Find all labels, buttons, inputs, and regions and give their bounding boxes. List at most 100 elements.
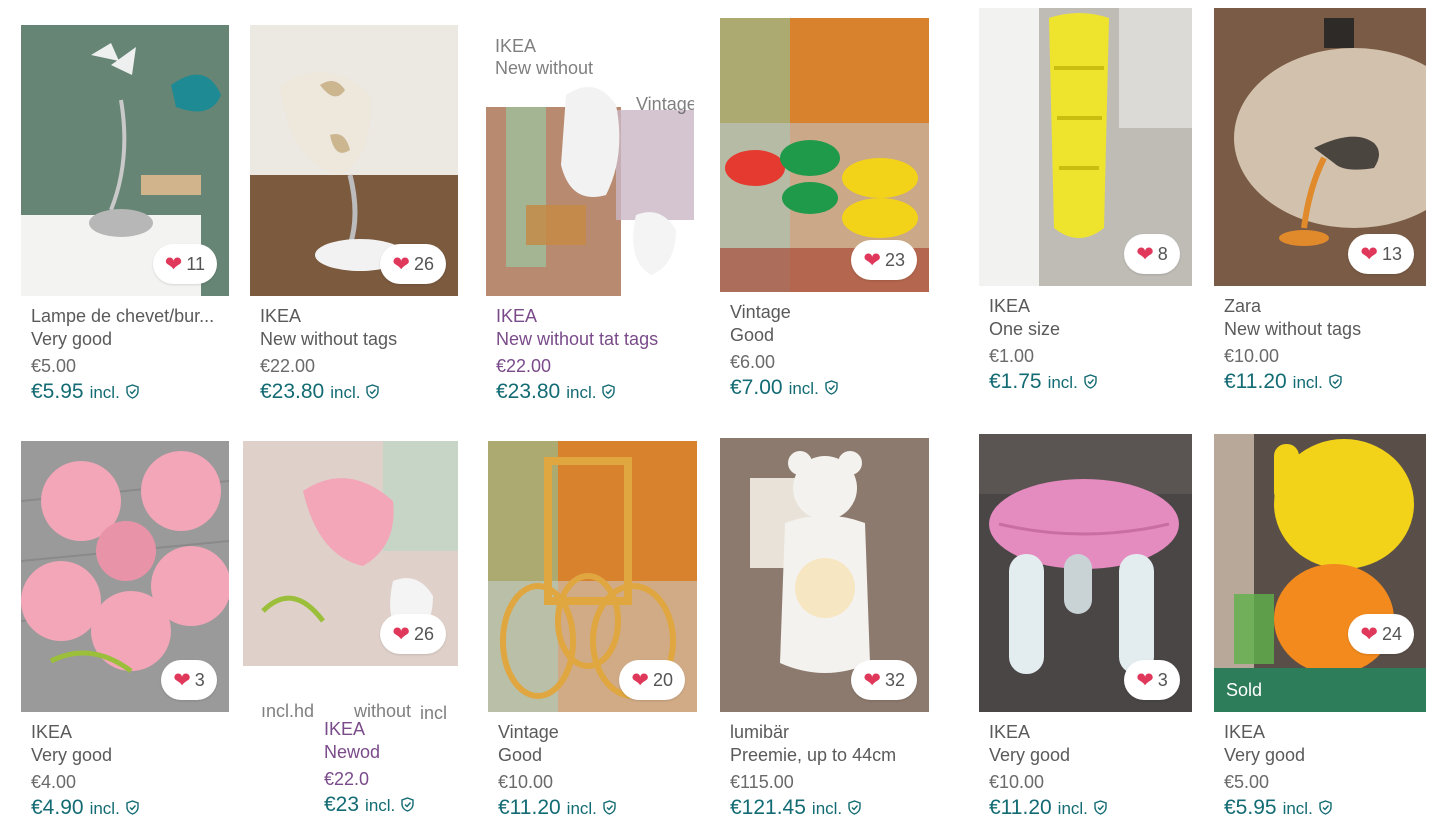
item-brand: Zara	[1224, 296, 1262, 316]
favourite-button[interactable]: ❤ 23	[851, 240, 917, 280]
product-card-8[interactable]: ❤ 26 ıncl.hd without incl IKEA Newod €22…	[243, 441, 458, 816]
buyer-protection-shield-icon[interactable]	[603, 800, 616, 815]
price-incl-value: €23	[324, 793, 360, 816]
product-image[interactable]: ❤ 32	[720, 438, 929, 712]
buyer-protection-shield-icon[interactable]	[366, 384, 380, 399]
price-incl-value: €7.00	[730, 376, 783, 399]
favourite-button[interactable]: ❤ 24	[1348, 614, 1414, 654]
item-price: €1.00	[989, 346, 1035, 366]
item-price: €6.00	[730, 352, 776, 372]
heart-icon: ❤	[164, 252, 183, 276]
favourite-count: 11	[186, 253, 205, 274]
incl-label: incl.	[1057, 799, 1088, 818]
item-condition: Very good	[31, 745, 113, 765]
favourite-button[interactable]: ❤ 3	[1124, 660, 1180, 700]
favourite-button[interactable]: ❤ 13	[1348, 234, 1414, 274]
incl-label: incl.	[89, 383, 120, 402]
item-condition: Good	[498, 745, 543, 765]
product-image[interactable]: ❤ 13	[1214, 8, 1426, 286]
item-price-incl: €1.75 incl.	[989, 370, 1192, 394]
item-price: €22.00	[260, 356, 316, 376]
item-condition: Very good	[31, 329, 113, 349]
item-brand: IKEA	[31, 722, 73, 742]
favourite-count: 23	[884, 249, 905, 270]
incl-label: incl.	[566, 383, 597, 402]
item-brand: Vintage	[498, 722, 559, 742]
product-card-12[interactable]: ❤ 24 Sold IKEA Very good €5.00 €5.95 inc…	[1214, 434, 1426, 820]
product-card-9[interactable]: ❤ 20 Vintage Good €10.00 €11.20 incl.	[488, 441, 697, 820]
item-brand: IKEA	[989, 722, 1031, 742]
product-card-10[interactable]: ❤ 32 lumibär Preemie, up to 44cm €115.00…	[720, 438, 929, 820]
overlay-brand: IKEA	[495, 36, 537, 56]
heart-icon: ❤	[1136, 668, 1154, 692]
product-card-11[interactable]: ❤ 3 IKEA Very good €10.00 €11.20 incl.	[979, 434, 1192, 820]
buyer-protection-shield-icon[interactable]	[1329, 374, 1342, 389]
incl-label: incl.	[1282, 799, 1313, 818]
item-price: €4.00	[31, 772, 77, 792]
product-image[interactable]: ❤ 23	[720, 18, 929, 292]
item-price-incl: €4.90 incl.	[31, 796, 229, 820]
incl-label: incl.	[1292, 373, 1323, 392]
favourite-button[interactable]: ❤ 11	[152, 244, 217, 284]
incl-label: incl.	[811, 799, 843, 818]
incl-label: incl.	[788, 379, 819, 398]
buyer-protection-shield-icon[interactable]	[848, 800, 861, 815]
item-condition: New without tat tags	[496, 329, 659, 349]
item-price: €5.00	[31, 356, 77, 376]
price-incl-value: €5.95	[1224, 796, 1277, 819]
favourite-count: 26	[413, 623, 434, 644]
product-image[interactable]: ❤ 26	[250, 25, 458, 296]
product-card-1[interactable]: ❤ 11 Lampe de chevet/bur... Very good €5…	[21, 25, 229, 404]
favourite-count: 3	[194, 669, 205, 690]
buyer-protection-shield-icon[interactable]	[401, 797, 414, 812]
item-price-incl: €23 incl.	[324, 793, 414, 817]
favourite-count: 26	[413, 253, 434, 274]
buyer-protection-shield-icon[interactable]	[1084, 374, 1097, 389]
product-image[interactable]: ❤ 26	[243, 441, 458, 666]
item-brand: IKEA	[260, 306, 302, 326]
product-image[interactable]: ❤ 8	[979, 8, 1192, 286]
item-brand: IKEA	[496, 306, 538, 326]
buyer-protection-shield-icon[interactable]	[126, 800, 139, 815]
item-price-incl: €11.20 incl.	[989, 796, 1192, 820]
item-price-incl: €23.80 incl.	[496, 380, 694, 404]
overlay-incl: ıncl.hd	[261, 701, 315, 721]
favourite-button[interactable]: ❤ 20	[619, 660, 685, 700]
product-card-3[interactable]: IKEA New without Vintage IKEA New withou…	[486, 25, 694, 404]
buyer-protection-shield-icon[interactable]	[602, 384, 616, 399]
item-condition: Newod	[324, 742, 381, 762]
heart-icon: ❤	[392, 252, 410, 276]
item-price-incl: €7.00 incl.	[730, 376, 929, 400]
favourite-button[interactable]: ❤ 32	[851, 660, 917, 700]
item-price-incl: €11.20 incl.	[498, 796, 697, 820]
buyer-protection-shield-icon[interactable]	[825, 380, 838, 395]
item-condition: Very good	[989, 745, 1071, 765]
buyer-protection-shield-icon[interactable]	[1094, 800, 1107, 815]
favourite-button[interactable]: ❤ 3	[161, 660, 217, 700]
product-card-6[interactable]: ❤ 13 Zara New without tags €10.00 €11.20…	[1214, 8, 1426, 394]
product-image[interactable]: ❤ 3	[979, 434, 1192, 712]
product-card-2[interactable]: ❤ 26 IKEA New without tags €22.00 €23.80…	[250, 25, 458, 404]
favourite-button[interactable]: ❤ 26	[380, 244, 446, 284]
buyer-protection-shield-icon[interactable]	[126, 384, 139, 399]
product-image[interactable]: ❤ 24 Sold	[1214, 434, 1426, 712]
favourite-button[interactable]: ❤ 26	[380, 614, 446, 654]
item-price-incl: €5.95 incl.	[31, 380, 229, 404]
product-image[interactable]: ❤ 3	[21, 441, 229, 712]
product-image[interactable]: ❤ 20	[488, 441, 697, 712]
favourite-count: 13	[1381, 243, 1402, 264]
product-card-4[interactable]: ❤ 23 Vintage Good €6.00 €7.00 incl.	[720, 18, 929, 400]
product-card-5[interactable]: ❤ 8 IKEA One size €1.00 €1.75 incl.	[979, 8, 1192, 394]
product-image[interactable]: ❤ 11	[21, 25, 229, 296]
product-card-7[interactable]: ❤ 3 IKEA Very good €4.00 €4.90 incl.	[21, 441, 229, 820]
incl-label: incl.	[1047, 373, 1078, 392]
overlay-vintage: Vintage	[636, 94, 694, 114]
item-condition: Very good	[1224, 745, 1306, 765]
product-image[interactable]: IKEA New without Vintage	[486, 25, 694, 296]
item-condition: Good	[730, 325, 775, 345]
item-brand: Vintage	[730, 302, 791, 322]
item-price: €10.00	[1224, 346, 1280, 366]
item-brand: IKEA	[1224, 722, 1266, 742]
favourite-button[interactable]: ❤ 8	[1124, 234, 1180, 274]
buyer-protection-shield-icon[interactable]	[1319, 800, 1332, 815]
